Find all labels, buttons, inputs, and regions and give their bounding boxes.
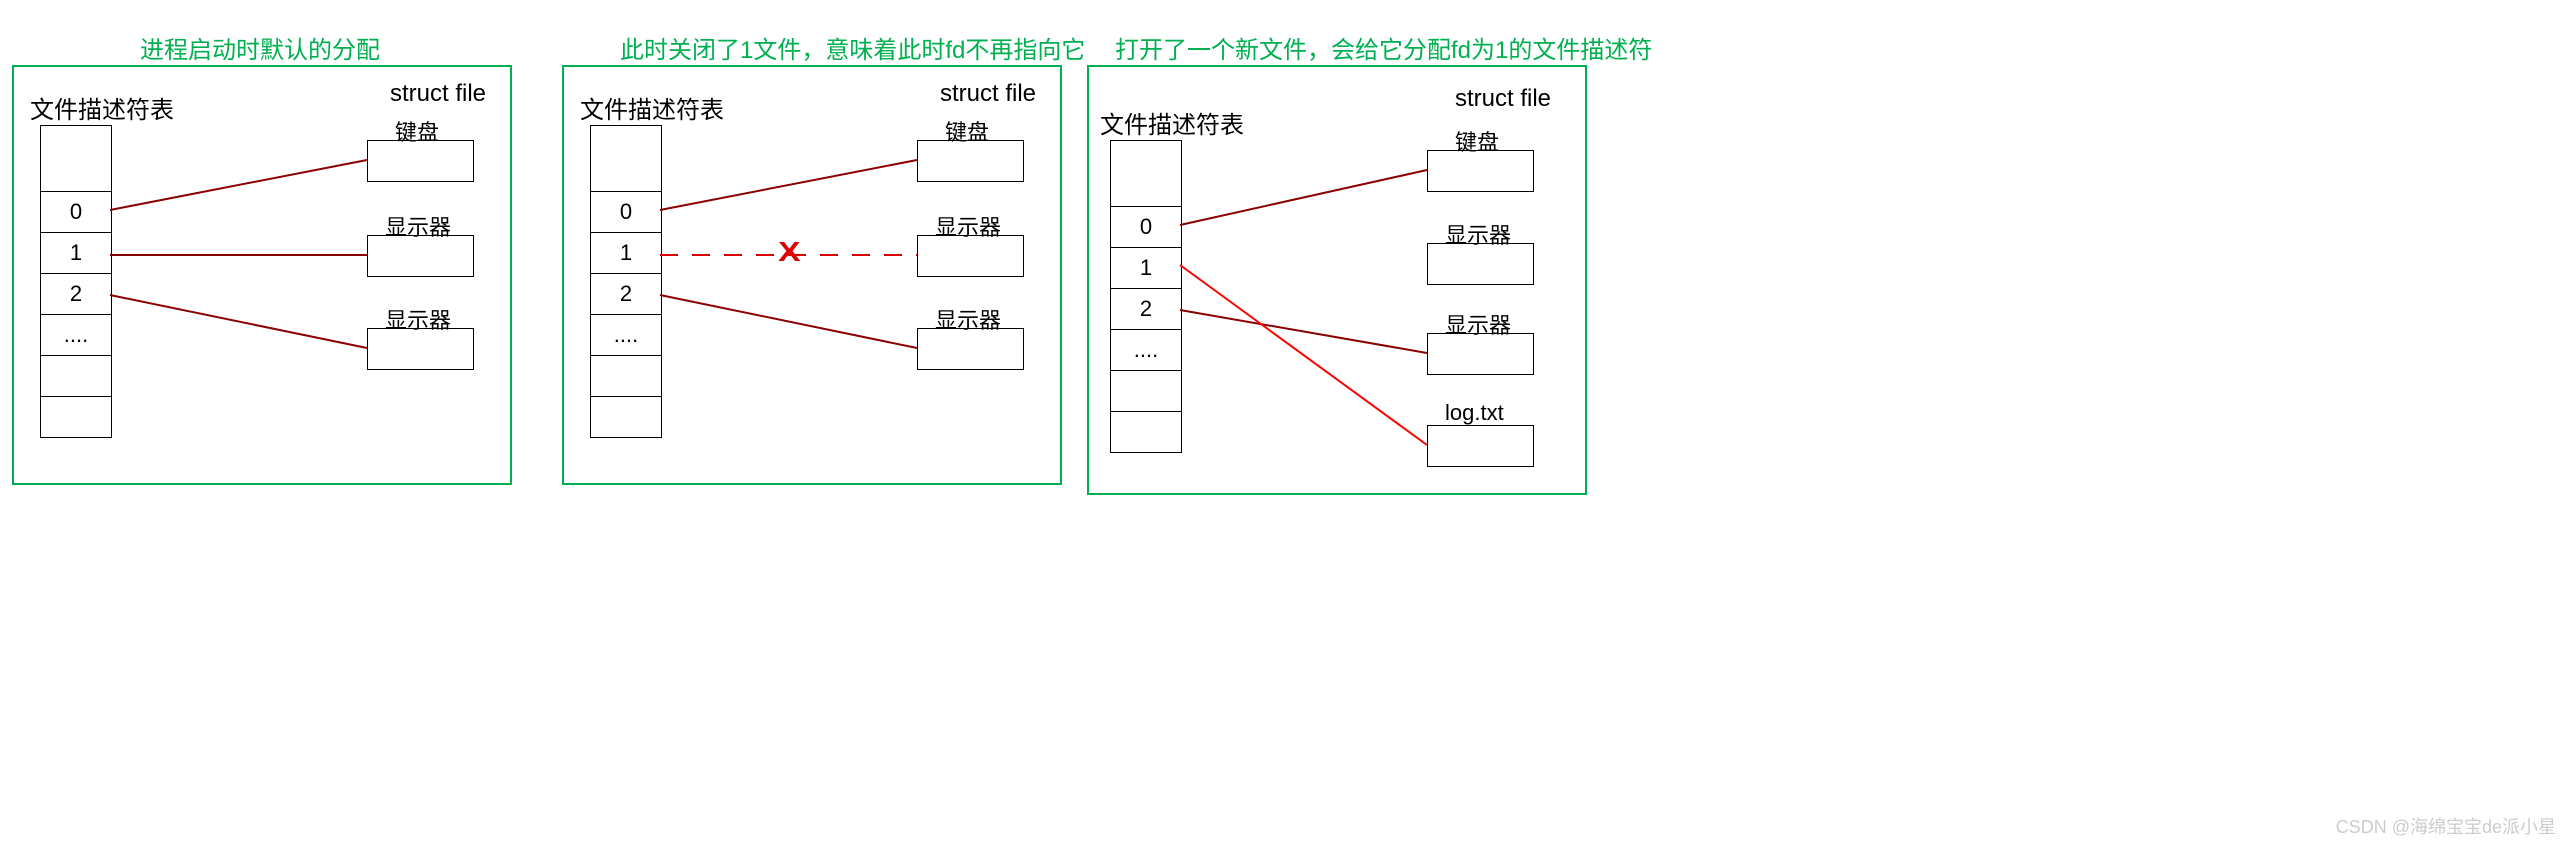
panel3-title: 打开了一个新文件，会给它分配fd为1的文件描述符 xyxy=(1115,30,1652,65)
fd-cell: 1 xyxy=(591,233,661,274)
file-box-mon2-3 xyxy=(1427,333,1534,375)
fd-cell: 0 xyxy=(41,192,111,233)
fd-table-3: 0 1 2 .... xyxy=(1110,140,1182,453)
fd-cell: 0 xyxy=(591,192,661,233)
file-box-log-3 xyxy=(1427,425,1534,467)
fd-cell: 2 xyxy=(591,274,661,315)
file-label: log.txt xyxy=(1445,400,1504,426)
diagram-root: 进程启动时默认的分配 文件描述符表 struct file 0 1 2 ....… xyxy=(0,0,2576,849)
file-box-kbd-2 xyxy=(917,140,1024,182)
panel2-title: 此时关闭了1文件，意味着此时fd不再指向它 xyxy=(620,30,1085,65)
panel1-title: 进程启动时默认的分配 xyxy=(140,30,380,65)
fd-cell: 2 xyxy=(41,274,111,315)
file-box-mon1-1 xyxy=(367,235,474,277)
struct-file-label-3: struct file xyxy=(1455,85,1551,113)
fd-table-label-2: 文件描述符表 xyxy=(580,90,724,125)
fd-cell: 2 xyxy=(1111,289,1181,330)
file-box-mon1-2 xyxy=(917,235,1024,277)
file-box-kbd-1 xyxy=(367,140,474,182)
struct-file-label-2: struct file xyxy=(940,80,1036,108)
fd-cell: 1 xyxy=(41,233,111,274)
fd-cell: .... xyxy=(591,315,661,356)
fd-table-label-3: 文件描述符表 xyxy=(1100,105,1244,140)
fd-cell: .... xyxy=(41,315,111,356)
fd-table-label-1: 文件描述符表 xyxy=(30,90,174,125)
fd-cell: 0 xyxy=(1111,207,1181,248)
fd-table-1: 0 1 2 .... xyxy=(40,125,112,438)
file-box-mon2-1 xyxy=(367,328,474,370)
file-box-kbd-3 xyxy=(1427,150,1534,192)
fd-cell: .... xyxy=(1111,330,1181,371)
watermark: CSDN @海绵宝宝de派小星 xyxy=(2336,813,2556,839)
x-mark: X xyxy=(778,236,800,268)
file-box-mon2-2 xyxy=(917,328,1024,370)
fd-table-2: 0 1 2 .... xyxy=(590,125,662,438)
struct-file-label-1: struct file xyxy=(390,80,486,108)
file-box-mon1-3 xyxy=(1427,243,1534,285)
fd-cell: 1 xyxy=(1111,248,1181,289)
